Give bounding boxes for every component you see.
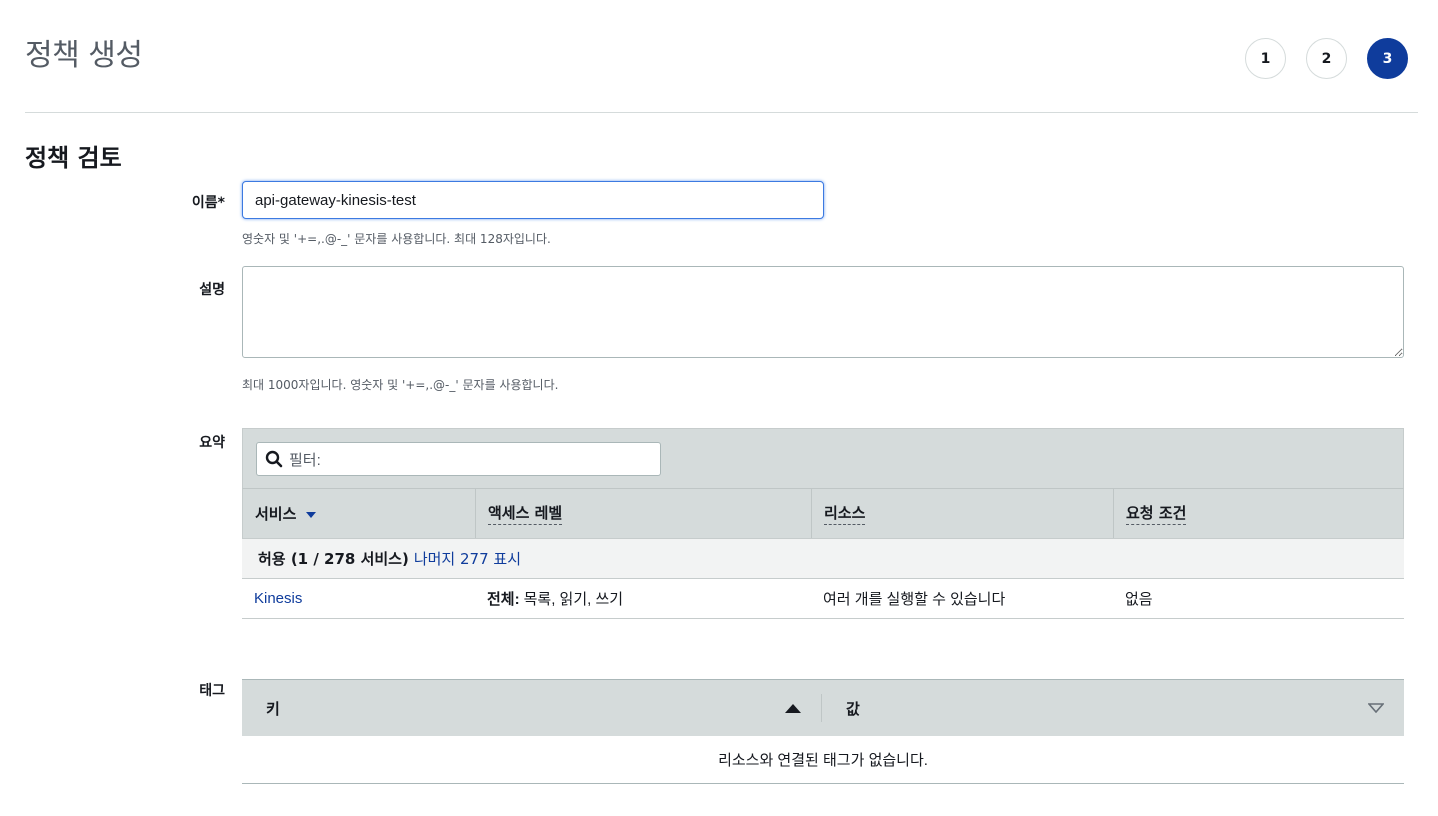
table-row: Kinesis 전체: 목록, 읽기, 쓰기 여러 개를 실행할 수 있습니다 …	[242, 579, 1404, 619]
filter-placeholder: 필터:	[289, 451, 321, 469]
tag-key-column-header[interactable]: 키	[242, 694, 822, 722]
description-label: 설명	[199, 282, 225, 298]
description-textarea[interactable]	[242, 266, 1404, 358]
step-3-button[interactable]: 3	[1367, 38, 1408, 79]
step-2-button[interactable]: 2	[1306, 38, 1347, 79]
section-title: 정책 검토	[25, 144, 122, 172]
description-hint: 최대 1000자입니다. 영숫자 및 '+=,.@-_' 문자를 사용합니다.	[242, 378, 559, 392]
sort-desc-outline-icon	[1368, 703, 1384, 713]
name-label: 이름*	[191, 195, 225, 211]
name-hint: 영숫자 및 '+=,.@-_' 문자를 사용합니다. 최대 128자입니다.	[242, 232, 551, 246]
column-header-resource-label: 리소스	[824, 502, 866, 525]
search-icon	[265, 450, 283, 468]
name-input[interactable]	[242, 181, 824, 219]
summary-toolbar: 필터:	[242, 428, 1404, 488]
tags-header-row: 키 값	[242, 679, 1404, 736]
service-cell: Kinesis	[242, 579, 475, 618]
column-header-request-condition[interactable]: 요청 조건	[1114, 489, 1403, 538]
step-1-button[interactable]: 1	[1245, 38, 1286, 79]
tags-table: 키 값 리소스와 연결된 태그가 없습니다.	[242, 679, 1404, 784]
tags-empty-message: 리소스와 연결된 태그가 없습니다.	[242, 736, 1404, 784]
sort-asc-icon	[785, 703, 801, 713]
summary-header-row: 서비스 액세스 레벨 리소스 요청 조건	[242, 488, 1404, 538]
tag-value-column-header[interactable]: 값	[822, 698, 1404, 719]
summary-table: 필터: 서비스 액세스 레벨 리소스 요청 조건 허용 (1 / 278 서비스…	[242, 428, 1404, 619]
show-remaining-link[interactable]: 나머지 277 표시	[414, 548, 521, 569]
tags-label: 태그	[199, 683, 225, 699]
resource-cell: 여러 개를 실행할 수 있습니다	[823, 591, 1006, 608]
column-header-service[interactable]: 서비스	[243, 489, 476, 538]
access-level-cell: 전체: 목록, 읽기, 쓰기	[475, 579, 811, 618]
allow-group-label: 허용 (1 / 278 서비스)	[258, 550, 409, 568]
access-level-prefix: 전체:	[487, 591, 520, 608]
tag-value-header-label: 값	[846, 699, 860, 718]
allow-group-row: 허용 (1 / 278 서비스) 나머지 277 표시	[242, 538, 1404, 579]
filter-input[interactable]: 필터:	[256, 442, 661, 476]
service-link-kinesis[interactable]: Kinesis	[254, 590, 302, 607]
tag-key-header-label: 키	[266, 699, 280, 718]
column-header-resource[interactable]: 리소스	[812, 489, 1114, 538]
access-level-value: 목록, 읽기, 쓰기	[523, 591, 624, 608]
sort-desc-icon	[306, 511, 317, 518]
request-condition-cell: 없음	[1125, 591, 1153, 608]
wizard-steps: 1 2 3	[1245, 38, 1408, 79]
column-header-request-condition-label: 요청 조건	[1126, 502, 1187, 525]
summary-label: 요약	[199, 435, 225, 451]
column-header-service-label: 서비스	[255, 505, 297, 523]
column-header-access-level[interactable]: 액세스 레벨	[476, 489, 812, 538]
page-title: 정책 생성	[25, 38, 143, 73]
title-divider	[25, 112, 1418, 113]
column-header-access-level-label: 액세스 레벨	[488, 502, 563, 525]
